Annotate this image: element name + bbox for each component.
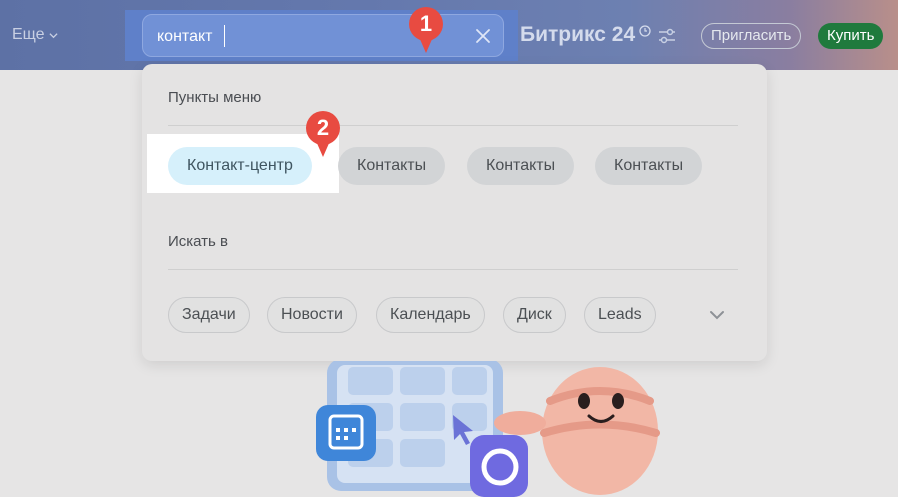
step-badge-1: 1 [409,7,443,53]
menu-item-contact-center[interactable]: Контакт-центр [168,147,312,185]
search-in-disk[interactable]: Диск [503,297,566,333]
close-icon[interactable] [475,28,491,44]
search-in-leads[interactable]: Leads [584,297,656,333]
buy-button[interactable]: Купить [818,23,884,49]
step-badge-2: 2 [306,111,340,157]
search-box[interactable] [142,14,504,57]
top-header: Еще Битрикс 24 Пригласить Купить [0,0,898,70]
menu-item-contacts[interactable]: Контакты [467,147,575,185]
search-in-news[interactable]: Новости [267,297,357,333]
more-menu-button[interactable]: Еще [12,26,58,44]
decorative-illustration [316,361,660,497]
invite-button[interactable]: Пригласить [701,23,802,49]
search-dropdown: Пункты меню Контакт-центр Контакты Конта… [142,64,767,361]
chevron-down-icon[interactable] [709,309,725,321]
search-input[interactable] [157,26,437,48]
text-caret [224,25,225,47]
search-in-tasks[interactable]: Задачи [168,297,250,333]
settings-sliders-icon[interactable] [658,28,676,44]
chevron-down-icon [48,32,58,38]
search-in-section-title: Искать в [168,233,229,250]
brand-logo[interactable]: Битрикс 24 [520,23,651,47]
menu-item-contacts[interactable]: Контакты [595,147,703,185]
divider [168,125,738,126]
search-in-calendar[interactable]: Календарь [376,297,485,333]
menu-item-contacts[interactable]: Контакты [338,147,446,185]
more-menu-label: Еще [12,26,45,43]
divider [168,269,738,270]
clock-icon [639,25,651,37]
brand-name: Битрикс 24 [520,23,636,46]
menu-section-title: Пункты меню [168,89,262,106]
